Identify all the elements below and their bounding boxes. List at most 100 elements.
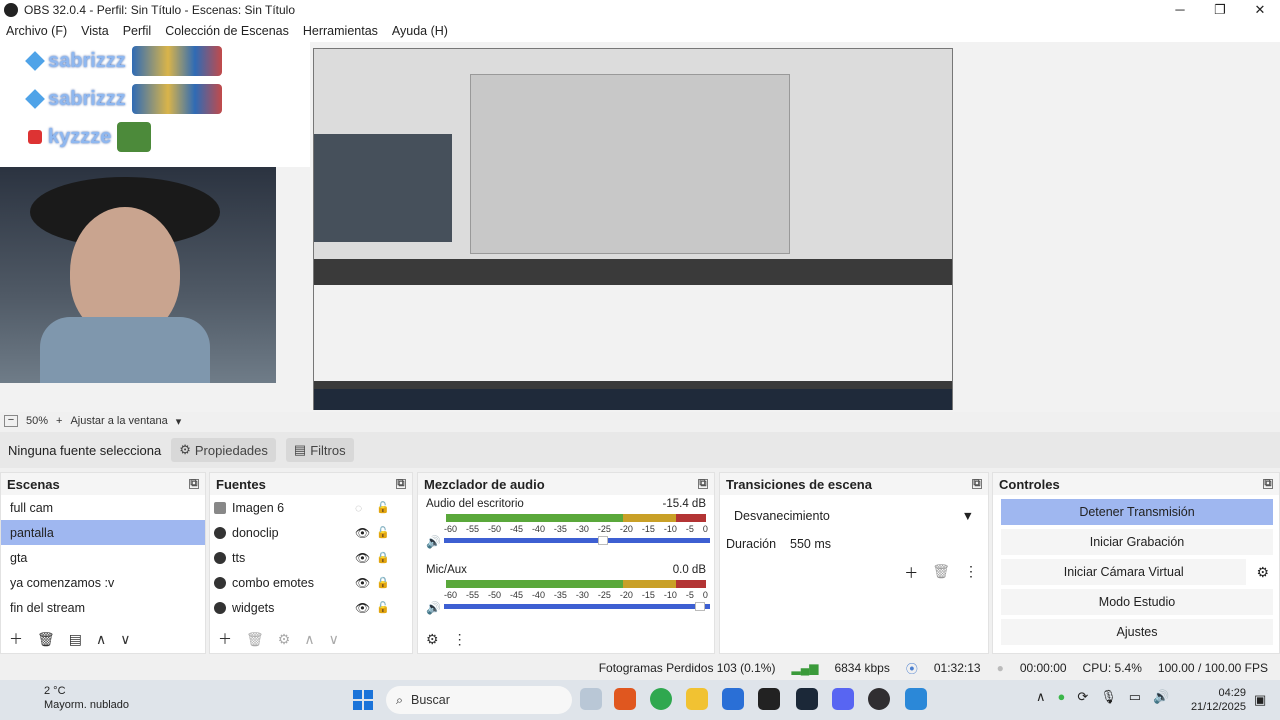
fit-window-select[interactable]: Ajustar a la ventana [70,415,167,427]
tray-app-icon[interactable]: ● [1058,689,1066,705]
scene-item[interactable]: ya comenzamos :v [1,570,205,595]
taskbar-search[interactable]: ⌕ Buscar [386,686,572,714]
menu-perfil[interactable]: Perfil [123,24,151,38]
source-item[interactable]: widgets 👁 🔓 [210,595,412,620]
notifications-icon[interactable]: ▣ [1254,692,1266,708]
scene-filter-icon[interactable]: ▤ [69,631,82,648]
source-item[interactable]: donoclip 👁 🔓 [210,520,412,545]
microphone-icon[interactable]: 🎙 [1100,689,1117,705]
scene-item[interactable]: pantalla [1,520,205,545]
gear-icon[interactable]: ⚙ [426,631,439,648]
browser-icon [214,601,226,614]
gear-icon[interactable]: ⚙ [1256,564,1269,581]
chrome-icon[interactable] [650,688,672,710]
zoom-out-button[interactable]: − [4,415,18,427]
chevron-up-icon[interactable]: ∧ [1036,689,1046,705]
volume-slider-knob[interactable] [597,536,608,545]
undock-icon[interactable]: ⧉ [698,479,708,489]
windows-start-icon[interactable] [353,690,373,710]
filters-label: Filtros [310,442,346,458]
steam-icon[interactable] [796,688,818,710]
move-up-icon[interactable]: ∧ [96,631,106,648]
lock-open-icon[interactable]: 🔓 [376,526,390,539]
chevron-down-icon[interactable]: ▾ [176,415,182,428]
move-up-icon[interactable]: ∧ [304,631,314,648]
trash-icon[interactable]: 🗑 [932,563,950,583]
properties-button[interactable]: ⚙ Propiedades [171,438,276,462]
add-scene-button[interactable]: ＋ [9,629,23,649]
gear-icon[interactable]: ⚙ [278,631,291,648]
undock-icon[interactable]: ⧉ [189,479,199,489]
volume-slider[interactable] [444,602,710,611]
lock-icon[interactable]: 🔒 [376,576,390,589]
scene-item[interactable]: fin del stream [1,595,205,620]
source-toolbar: Ninguna fuente selecciona ⚙ Propiedades ▤… [0,432,1280,468]
menu-ayuda[interactable]: Ayuda (H) [392,24,448,38]
minimize-button[interactable]: ─ [1160,0,1200,20]
settings-button[interactable]: Ajustes [1001,619,1273,645]
source-item[interactable]: tts 👁 🔒 [210,545,412,570]
eye-icon[interactable]: 👁 [355,551,370,565]
trash-icon[interactable]: 🗑 [37,631,55,648]
app-icon[interactable] [905,688,927,710]
move-down-icon[interactable]: ∨ [329,631,339,648]
file-explorer-icon[interactable] [686,688,708,710]
source-item[interactable]: combo emotes 👁 🔒 [210,570,412,595]
undock-icon[interactable]: ⧉ [972,479,982,489]
menu-archivo[interactable]: Archivo (F) [6,24,67,38]
program-preview[interactable]: sabrizzz sabrizzz kyzzze [0,42,1280,412]
lock-open-icon[interactable]: 🔓 [376,601,390,614]
undock-icon[interactable]: ⧉ [1263,479,1273,489]
source-item[interactable]: Imagen 6 ◌ 🔓 [210,495,412,520]
discord-icon[interactable] [832,688,854,710]
store-icon[interactable] [722,688,744,710]
speaker-icon[interactable]: 🔊 [426,601,441,615]
scene-item[interactable]: full cam [1,495,205,520]
lock-icon[interactable]: 🔒 [376,551,390,564]
taskbar-clock[interactable]: 04:29 21/12/2025 [1190,686,1246,714]
move-down-icon[interactable]: ∨ [120,631,130,648]
volume-icon[interactable]: 🔊 [1153,689,1169,705]
epic-games-icon[interactable] [758,688,780,710]
start-recording-button[interactable]: Iniciar Grabación [1001,529,1273,555]
volume-meter [446,580,706,588]
zoom-in-button[interactable]: + [56,415,62,427]
stop-stream-button[interactable]: Detener Transmisión [1001,499,1273,525]
trash-icon[interactable]: 🗑 [246,631,264,648]
menu-herramientas[interactable]: Herramientas [303,24,378,38]
scene-item[interactable]: gta [1,545,205,570]
more-options-icon[interactable]: ⋮ [453,631,467,648]
add-transition-button[interactable]: ＋ [904,563,918,583]
menu-vista[interactable]: Vista [81,24,109,38]
eye-icon[interactable]: 👁 [355,576,370,590]
start-virtual-camera-button[interactable]: Iniciar Cámara Virtual [1001,559,1247,585]
taskview-icon[interactable] [580,688,602,710]
add-source-button[interactable]: ＋ [218,629,232,649]
lock-open-icon[interactable]: 🔓 [376,501,390,514]
undock-icon[interactable]: ⧉ [396,479,406,489]
more-options-icon[interactable]: ⋮ [964,563,978,583]
eye-icon[interactable]: 👁 [355,526,370,540]
filters-button[interactable]: ▤ Filtros [285,438,354,462]
status-bar: Fotogramas Perdidos 103 (0.1%) ▂▄▆ 6834 … [0,656,1280,680]
close-button[interactable]: ✕ [1240,0,1280,20]
sync-icon[interactable]: ⟳ [1077,689,1088,705]
obs-icon[interactable] [868,688,890,710]
brave-icon[interactable] [614,688,636,710]
eye-icon[interactable]: 👁 [355,601,370,615]
volume-slider-knob[interactable] [694,602,705,611]
volume-slider[interactable] [444,536,710,545]
image-icon [214,501,226,514]
mixer-title: Mezclador de audio [424,476,545,492]
network-icon[interactable]: ▭ [1129,689,1141,705]
mixer-channel: Audio del escritorio -15.4 dB -60 -55 -50 -4… [418,495,714,561]
weather-widget[interactable]: 2 °C Mayorm. nublado [4,684,129,712]
duration-spinbox[interactable]: 550 ms [790,537,831,551]
source-name: combo emotes [232,575,314,590]
studio-mode-button[interactable]: Modo Estudio [1001,589,1273,615]
maximize-button[interactable]: ❐ [1200,0,1240,20]
speaker-icon[interactable]: 🔊 [426,535,441,549]
menu-coleccion-escenas[interactable]: Colección de Escenas [165,24,289,38]
transition-select[interactable]: Desvanecimiento ▼ [728,503,980,529]
eye-off-icon[interactable]: ◌ [355,501,362,515]
